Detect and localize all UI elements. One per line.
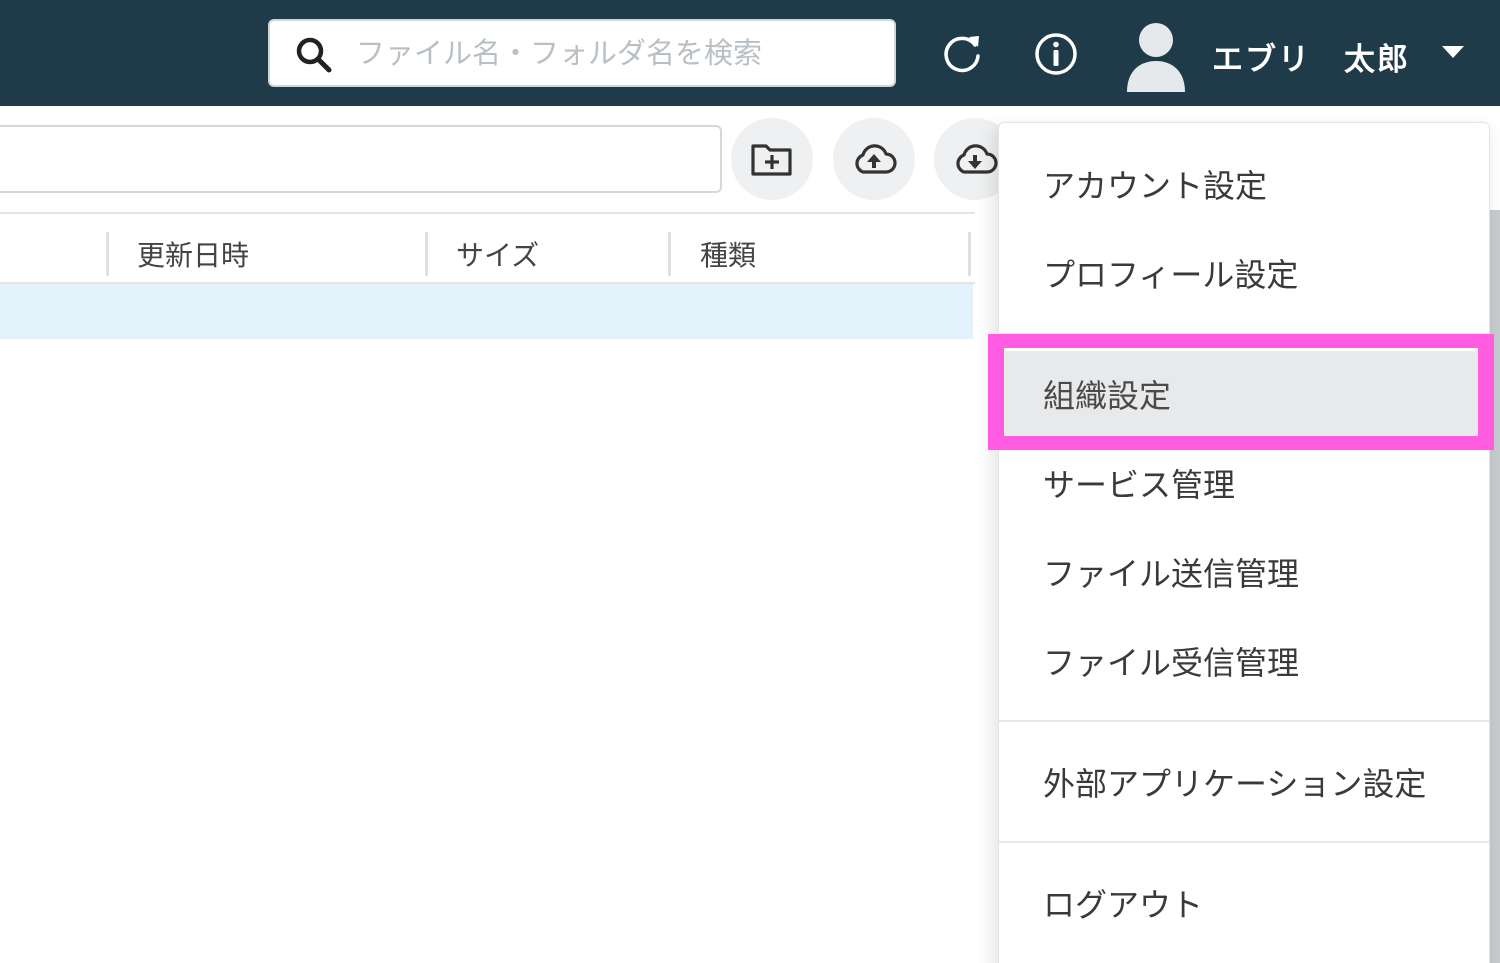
search-icon [296, 37, 332, 73]
table-row[interactable] [0, 284, 973, 339]
cloud-upload-icon [855, 144, 897, 174]
menu-divider [999, 720, 1489, 722]
user-menu[interactable]: エブリ 太郎 [1120, 14, 1480, 94]
column-divider[interactable] [668, 232, 671, 276]
dropdown-arrow [1292, 108, 1322, 123]
info-button[interactable] [1024, 22, 1088, 86]
user-dropdown-menu: アカウント設定 プロフィール設定 組織設定 サービス管理 ファイル送信管理 ファ… [998, 122, 1490, 963]
highlight-annotation [988, 334, 1494, 450]
new-folder-button[interactable] [731, 118, 813, 200]
column-header-modified[interactable]: 更新日時 [137, 234, 249, 274]
info-icon [1035, 33, 1077, 75]
chevron-down-icon [1442, 46, 1464, 58]
menu-item-external-app-settings[interactable]: 外部アプリケーション設定 [999, 739, 1489, 825]
column-divider[interactable] [968, 232, 971, 276]
upload-button[interactable] [833, 118, 915, 200]
menu-item-service-management[interactable]: サービス管理 [999, 440, 1489, 526]
new-folder-icon [751, 144, 792, 176]
menu-item-account-settings[interactable]: アカウント設定 [999, 141, 1489, 227]
column-divider[interactable] [106, 232, 109, 276]
refresh-icon [944, 36, 980, 73]
table-header: 更新日時 サイズ 種類 [0, 212, 975, 284]
cloud-download-icon [956, 144, 998, 174]
menu-item-profile-settings[interactable]: プロフィール設定 [999, 230, 1489, 316]
menu-item-file-receive-management[interactable]: ファイル受信管理 [999, 618, 1489, 704]
column-divider[interactable] [425, 232, 428, 276]
menu-item-file-send-management[interactable]: ファイル送信管理 [999, 529, 1489, 615]
menu-divider [999, 841, 1489, 843]
path-field[interactable] [0, 125, 722, 193]
user-name: エブリ 太郎 [1212, 42, 1410, 78]
top-header: エブリ 太郎 [0, 0, 1500, 106]
search-box[interactable] [268, 19, 896, 87]
column-header-type[interactable]: 種類 [700, 234, 756, 274]
search-input[interactable] [356, 29, 876, 77]
menu-item-logout[interactable]: ログアウト [999, 860, 1489, 946]
avatar-icon [1127, 23, 1185, 92]
refresh-button[interactable] [930, 22, 994, 86]
column-header-size[interactable]: サイズ [456, 234, 539, 274]
